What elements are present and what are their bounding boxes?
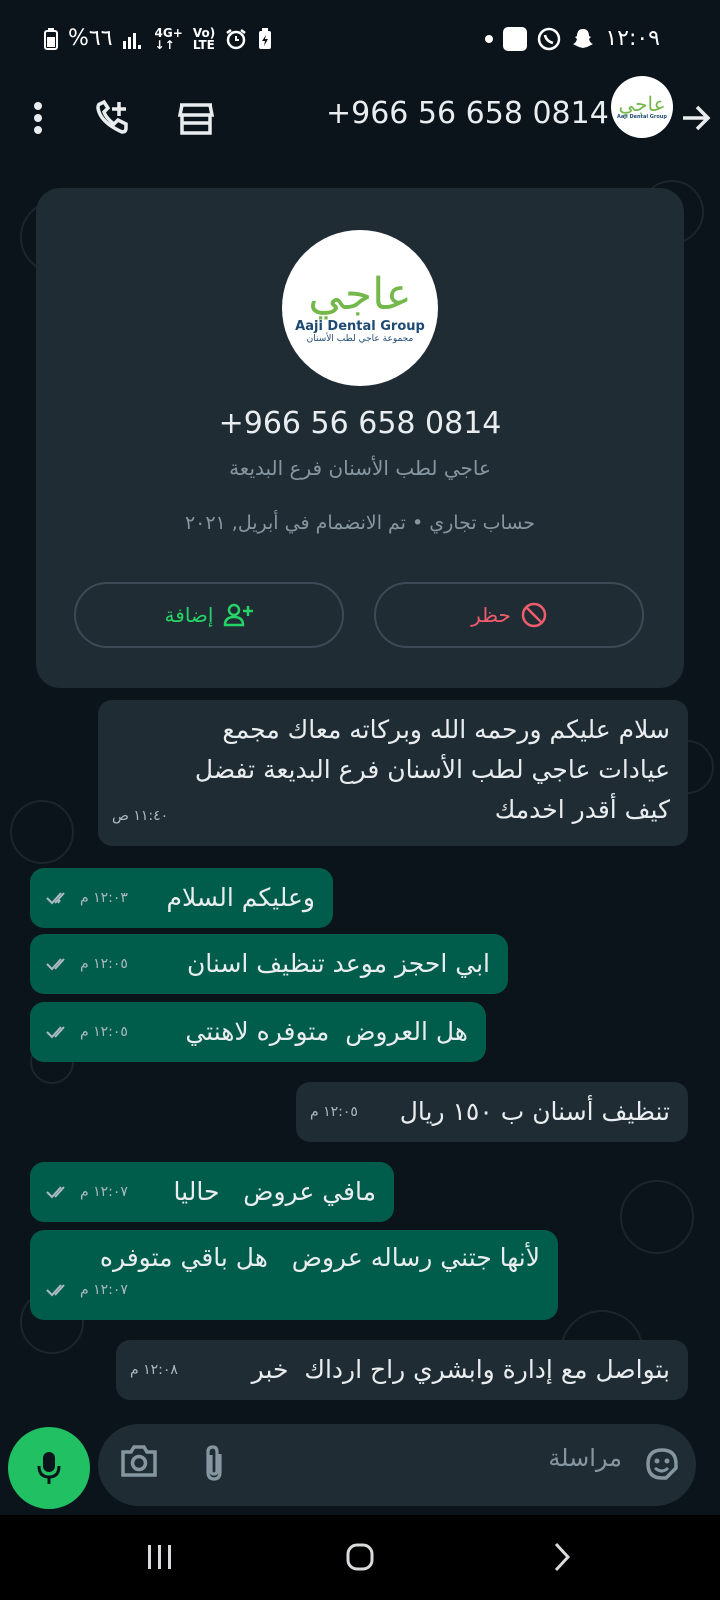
message-meta: ١٢:٠٥ م: [46, 944, 128, 984]
emoji-sticker-button[interactable]: [644, 1446, 680, 1486]
message-meta: ١٢:٠٥ م: [46, 1012, 128, 1052]
message-bubble-incoming[interactable]: تنظيف أسنان ب ١٥٠ ريال ١٢:٠٥ م: [296, 1082, 688, 1142]
message-text-line: تنظيف أسنان ب ١٥٠ ريال: [399, 1097, 670, 1126]
message-time: ١٢:٠٨ م: [130, 1362, 178, 1378]
message-text-line: سلام عليكم ورحمه الله وبركاته معاك مجمع: [222, 715, 670, 744]
sticker-icon: [646, 1448, 678, 1480]
attach-button[interactable]: [202, 1444, 226, 1486]
person-add-icon: [224, 603, 254, 627]
message-bubble-incoming[interactable]: بتواصل مع إدارة وابشري راح ارداك خبر ١٢:…: [116, 1340, 688, 1400]
logo-subtitle-text: مجموعة عاجي لطب الأسنان: [306, 333, 414, 344]
message-time: ١٢:٠٧ م: [80, 1282, 128, 1298]
status-bar: %٦٦ 4G+ ↓↑ Vo) LTE ١٢:٠٩: [0, 0, 720, 80]
message-text-line: عيادات عاجي لطب الأسنان فرع البديعة تفضل: [194, 755, 670, 784]
gallery-app-icon: [503, 26, 528, 51]
whatsapp-icon: [538, 27, 561, 50]
catalog-button[interactable]: [172, 94, 220, 142]
status-left: %٦٦ 4G+ ↓↑ Vo) LTE: [44, 26, 273, 51]
header-logo-text: عاجي: [618, 92, 666, 116]
add-contact-button[interactable]: إضافة: [74, 582, 344, 648]
wallpaper-doodle: [10, 800, 74, 864]
contact-phone-number[interactable]: +966 56 658 0814: [326, 96, 609, 131]
message-meta: ١٢:٠٣ م: [46, 878, 128, 918]
data-arrows-icon: ↓↑: [154, 37, 175, 52]
network-type: 4G+ ↓↑: [154, 25, 183, 52]
business-info-card: عاجي Aaji Dental Group مجموعة عاجي لطب ا…: [36, 188, 684, 688]
message-meta: ١٢:٠٧ م: [46, 1270, 128, 1310]
message-bubble-incoming[interactable]: سلام عليكم ورحمه الله وبركاته معاك مجمع …: [98, 700, 688, 846]
recents-icon: [148, 1545, 171, 1569]
message-bubble-outgoing[interactable]: هل العروض متوفره لاهنتي ١٢:٠٥ م: [30, 1002, 486, 1062]
message-text-line: بتواصل مع إدارة وابشري راح ارداك خبر: [251, 1355, 670, 1384]
snapchat-icon: [573, 28, 594, 48]
logo-english-text: Aaji Dental Group: [295, 318, 425, 334]
logo-arabic-text: عاجي: [308, 268, 412, 320]
voice-message-button[interactable]: [8, 1427, 90, 1509]
battery-percentage: %٦٦: [68, 26, 113, 51]
message-time: ١١:٤٠ ص: [112, 808, 169, 824]
business-logo[interactable]: عاجي Aaji Dental Group مجموعة عاجي لطب ا…: [282, 230, 438, 386]
message-meta: ١٢:٠٧ م: [46, 1172, 128, 1212]
add-call-icon: [96, 99, 128, 134]
chat-header: +966 56 658 0814 عاجي Aaji Dental Group: [0, 76, 720, 160]
notification-dot-icon: [485, 34, 494, 43]
header-logo-english: Aaji Dental Group: [617, 114, 667, 120]
alarm-icon: [226, 28, 246, 49]
chevron-right-icon: [554, 1542, 571, 1572]
message-time: ١٢:٠٥ م: [310, 1104, 358, 1120]
message-composer: مراسلة: [98, 1424, 696, 1506]
block-contact-button[interactable]: حظر: [374, 582, 644, 648]
double-check-icon: [46, 892, 65, 905]
more-options-button[interactable]: [14, 94, 62, 142]
message-bubble-outgoing[interactable]: وعليكم السلام ١٢:٠٣ م: [30, 868, 333, 928]
microphone-icon: [37, 1452, 61, 1484]
signal-icon: [122, 32, 141, 49]
home-button[interactable]: [330, 1533, 390, 1581]
message-input[interactable]: مراسلة: [548, 1444, 622, 1472]
paperclip-icon: [206, 1445, 222, 1481]
back-button[interactable]: [672, 94, 720, 142]
home-icon: [346, 1543, 374, 1571]
double-check-icon: [46, 958, 65, 971]
wallpaper-doodle: [620, 1180, 694, 1254]
header-avatar[interactable]: عاجي Aaji Dental Group: [611, 76, 673, 138]
add-label: إضافة: [164, 603, 214, 627]
message-time: ١٢:٠٧ م: [80, 1184, 128, 1200]
message-time: ١٢:٠٥ م: [80, 956, 128, 972]
message-bubble-outgoing[interactable]: لأنها جتني رساله عروض هل باقي متوفره ١٢:…: [30, 1230, 558, 1320]
camera-icon: [121, 1445, 157, 1477]
clock: ١٢:٠٩: [605, 26, 660, 51]
volte-indicator: Vo) LTE: [192, 25, 216, 52]
card-phone-number: +966 56 658 0814: [218, 406, 502, 441]
business-name: عاجي لطب الأسنان فرع البديعة: [229, 456, 491, 480]
double-check-icon: [46, 1026, 65, 1039]
message-bubble-outgoing[interactable]: ابي احجز موعد تنظيف اسنان ١٢:٠٥ م: [30, 934, 508, 994]
back-nav-button[interactable]: [532, 1533, 592, 1581]
message-bubble-outgoing[interactable]: مافي عروض حاليا ١٢:٠٧ م: [30, 1162, 394, 1222]
forward-arrow-icon: [683, 105, 711, 131]
recent-apps-button[interactable]: [130, 1533, 190, 1581]
battery-icon: [44, 27, 58, 50]
status-right: ١٢:٠٩: [485, 26, 660, 51]
store-icon: [178, 103, 214, 135]
block-icon: [521, 602, 547, 628]
double-check-icon: [46, 1284, 65, 1297]
system-navigation-bar: [0, 1515, 720, 1600]
camera-button[interactable]: [120, 1444, 158, 1482]
block-label: حظر: [471, 603, 511, 627]
more-vert-icon: [34, 102, 42, 134]
message-text-line: كيف أقدر اخدمك: [494, 795, 670, 824]
voice-call-button[interactable]: [88, 94, 136, 142]
message-time: ١٢:٠٥ م: [80, 1024, 128, 1040]
message-time: ١٢:٠٣ م: [80, 890, 128, 906]
business-account-info: حساب تجاري • تم الانضمام في أبريل, ٢٠٢١: [184, 512, 536, 534]
battery-saver-icon: [259, 27, 272, 49]
double-check-icon: [46, 1186, 65, 1199]
